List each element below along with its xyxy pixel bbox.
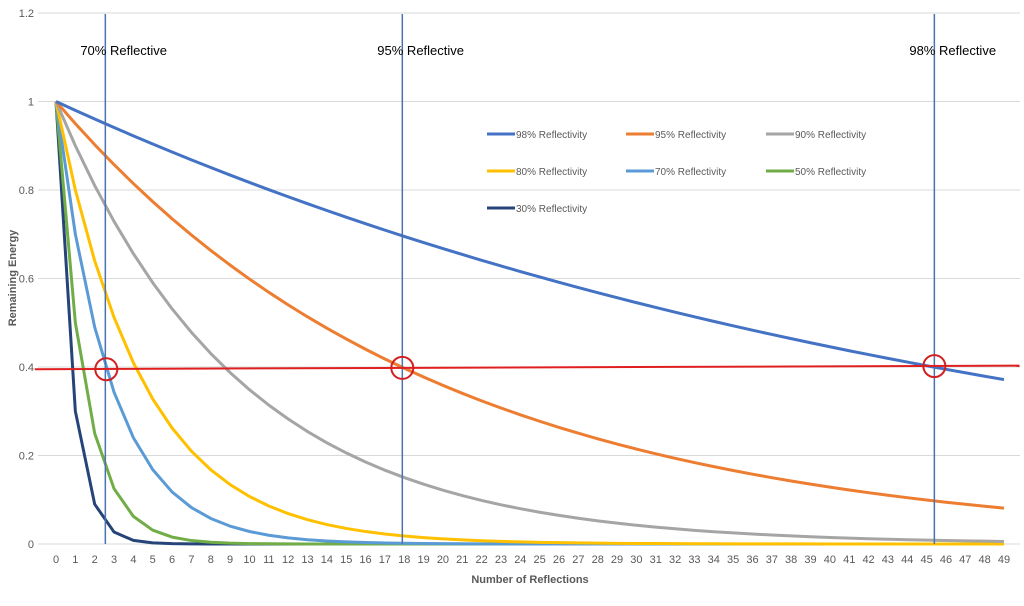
legend-label: 50% Reflectivity [795,167,866,178]
legend-label: 95% Reflectivity [655,130,726,141]
x-tick-label: 12 [282,554,294,566]
legend-item: 98% Reflectivity [487,130,587,141]
x-axis-title: Number of Reflections [471,574,588,586]
x-tick-label: 22 [476,554,488,566]
x-tick-label: 20 [437,554,449,566]
legend-item: 90% Reflectivity [766,130,866,141]
x-tick-label: 40 [824,554,836,566]
x-tick-label: 46 [940,554,952,566]
y-tick-label: 0.8 [19,185,34,197]
y-tick-label: 0 [28,539,34,551]
x-tick-label: 15 [340,554,352,566]
x-tick-label: 10 [243,554,255,566]
x-tick-label: 45 [920,554,932,566]
x-tick-label: 48 [979,554,991,566]
x-axis-ticks: 0 1 2 3 4 5 6 7 8 9 10 11 12 13 14 15 16 17 18 19 20 21 22 23 24… [53,554,1010,566]
legend-label: 98% Reflectivity [516,130,587,141]
x-tick-label: 0 [53,554,59,566]
x-tick-label: 17 [379,554,391,566]
legend-item: 50% Reflectivity [766,167,866,178]
x-tick-label: 27 [572,554,584,566]
x-tick-label: 6 [169,554,175,566]
x-tick-label: 37 [766,554,778,566]
vertical-marker-label: 70% Reflective [80,43,167,58]
x-tick-label: 24 [514,554,526,566]
x-tick-label: 16 [359,554,371,566]
x-tick-label: 42 [862,554,874,566]
x-tick-label: 39 [804,554,816,566]
x-tick-label: 9 [227,554,233,566]
x-tick-label: 29 [611,554,623,566]
x-tick-label: 23 [495,554,507,566]
legend-item: 30% Reflectivity [487,204,587,215]
x-tick-label: 26 [553,554,565,566]
x-tick-label: 44 [901,554,913,566]
x-tick-label: 28 [592,554,604,566]
vertical-marker-label: 95% Reflective [377,43,464,58]
legend-item: 95% Reflectivity [626,130,726,141]
x-tick-label: 11 [263,554,274,566]
x-tick-label: 32 [669,554,681,566]
legend-item: 70% Reflectivity [626,167,726,178]
x-tick-label: 21 [456,554,468,566]
vertical-marker-label: 98% Reflective [909,43,996,58]
x-tick-label: 3 [111,554,117,566]
y-axis-ticks: 0 0.2 0.4 0.6 0.8 1 1.2 [19,8,34,551]
legend-label: 80% Reflectivity [516,167,587,178]
y-tick-label: 1.2 [19,8,34,20]
legend-item: 80% Reflectivity [487,167,587,178]
legend-label: 30% Reflectivity [516,204,587,215]
x-tick-label: 31 [650,554,662,566]
legend-label: 70% Reflectivity [655,167,726,178]
x-tick-label: 49 [998,554,1010,566]
x-tick-label: 34 [708,554,720,566]
x-tick-label: 25 [534,554,546,566]
gridlines [38,12,1020,545]
x-tick-label: 35 [727,554,739,566]
x-tick-label: 33 [688,554,700,566]
x-tick-label: 19 [417,554,429,566]
x-tick-label: 2 [92,554,98,566]
legend: 98% Reflectivity 95% Reflectivity 90% Refl… [487,130,866,215]
x-tick-label: 36 [746,554,758,566]
x-tick-label: 14 [321,554,333,566]
y-axis-title: Remaining Energy [7,229,19,326]
x-tick-label: 43 [882,554,894,566]
y-tick-label: 1 [28,97,34,109]
x-tick-label: 1 [72,554,78,566]
x-tick-label: 47 [959,554,971,566]
y-tick-label: 0.2 [19,451,34,463]
x-tick-label: 18 [398,554,410,566]
x-tick-label: 4 [130,554,136,566]
y-tick-label: 0.4 [19,362,34,374]
reflectivity-chart: 00.20.40.60.811.2 0 1 2 3 4 5 6 7 8 9 10 11 12 13 14 15… [7,8,1020,586]
x-tick-label: 5 [150,554,156,566]
x-tick-label: 41 [843,554,855,566]
x-tick-label: 38 [785,554,797,566]
x-tick-label: 7 [188,554,194,566]
x-tick-label: 30 [630,554,642,566]
x-tick-label: 8 [208,554,214,566]
legend-label: 90% Reflectivity [795,130,866,141]
y-tick-label: 0.6 [19,274,34,286]
x-tick-label: 13 [301,554,313,566]
